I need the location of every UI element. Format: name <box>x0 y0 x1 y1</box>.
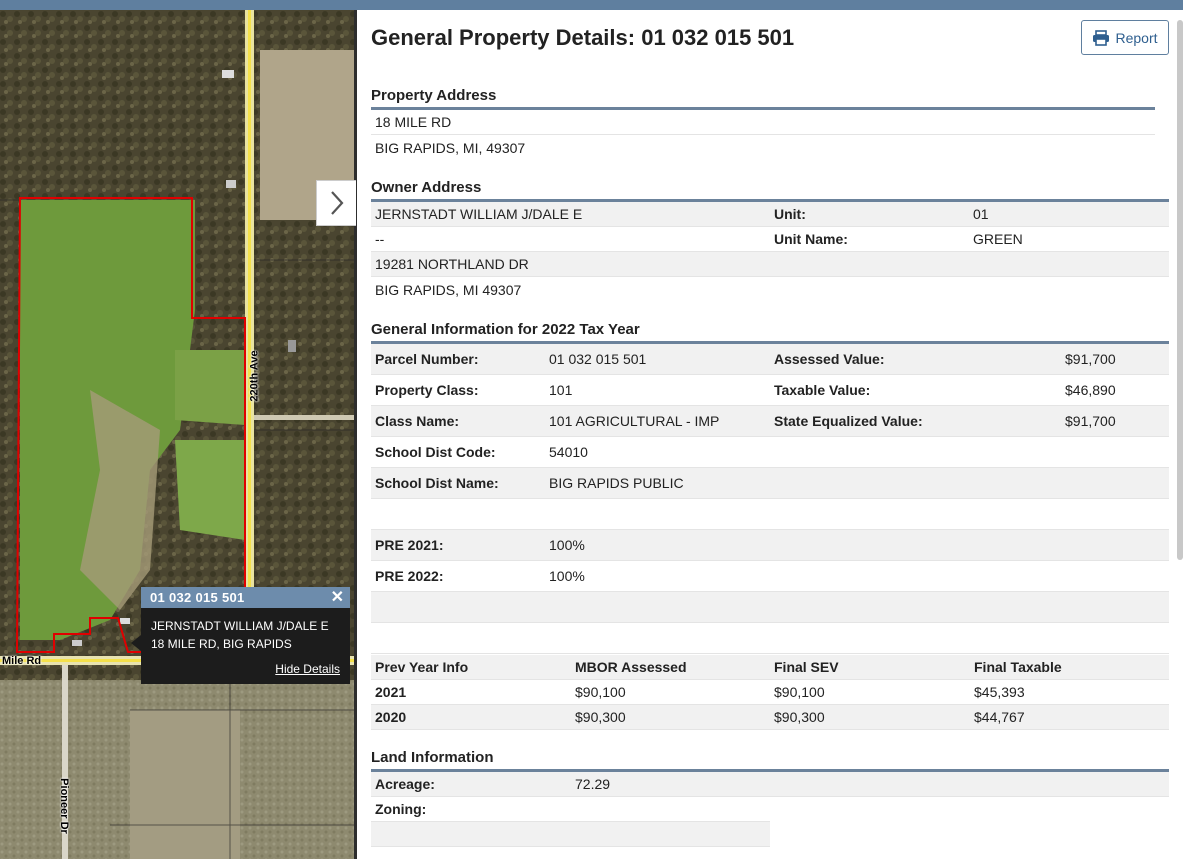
owner-row: 19281 NORTHLAND DR <box>371 252 1169 277</box>
property-class-label: Property Class: <box>375 382 479 398</box>
parcel-number-label: Parcel Number: <box>375 351 479 367</box>
info-row: Property Class: 101 Taxable Value: $46,8… <box>371 375 1169 406</box>
section-title: Property Address <box>371 87 497 104</box>
map-imagery <box>0 10 354 859</box>
popup-owner: JERNSTADT WILLIAM J/DALE E <box>151 619 329 633</box>
unit-name-value: GREEN <box>973 231 1023 247</box>
general-info-section: General Information for 2022 Tax Year Pa… <box>371 321 1169 654</box>
class-name-value: 101 AGRICULTURAL - IMP <box>549 413 720 429</box>
owner-street: 19281 NORTHLAND DR <box>375 256 529 272</box>
section-title: Owner Address <box>371 179 482 196</box>
land-row: Acreage: 72.29 <box>371 772 1169 797</box>
pre-2021-label: PRE 2021: <box>375 537 444 553</box>
owner-line: -- <box>375 231 385 247</box>
assessed-value-label: Assessed Value: <box>774 351 885 367</box>
popup-title: 01 032 015 501 <box>150 590 245 605</box>
pre-2021-value: 100% <box>549 537 585 553</box>
info-row: Parcel Number: 01 032 015 501 Assessed V… <box>371 344 1169 375</box>
sev-label: State Equalized Value: <box>774 413 923 429</box>
class-name-label: Class Name: <box>375 413 460 429</box>
acreage-label: Acreage: <box>375 776 435 792</box>
section-title: General Information for 2022 Tax Year <box>371 321 640 338</box>
table-cell: $90,300 <box>575 709 626 725</box>
school-name-value: BIG RAPIDS PUBLIC <box>549 475 684 491</box>
top-accent-bar <box>0 0 1183 10</box>
pre-2022-label: PRE 2022: <box>375 568 444 584</box>
unit-label: Unit: <box>774 206 806 222</box>
hide-details-link[interactable]: Hide Details <box>275 662 340 676</box>
info-row-empty <box>371 592 1169 623</box>
table-cell: 2020 <box>375 709 407 725</box>
zoning-label: Zoning: <box>375 801 427 817</box>
parcel-number-value: 01 032 015 501 <box>549 351 647 367</box>
unit-value: 01 <box>973 206 989 222</box>
expand-panel-button[interactable] <box>316 180 356 226</box>
owner-city: BIG RAPIDS, MI 49307 <box>375 281 522 298</box>
land-info-section: Land Information Acreage: 72.29 Zoning: <box>371 749 1169 847</box>
prev-year-table: Prev Year Info MBOR Assessed Final SEV F… <box>371 655 1169 730</box>
info-row: PRE 2022: 100% <box>371 561 1169 592</box>
table-cell: $45,393 <box>974 684 1025 700</box>
printer-icon <box>1093 29 1110 46</box>
school-name-label: School Dist Name: <box>375 475 499 491</box>
owner-name: JERNSTADT WILLIAM J/DALE E <box>375 206 583 222</box>
school-code-value: 54010 <box>549 444 588 460</box>
details-panel: General Property Details: 01 032 015 501… <box>357 10 1183 859</box>
table-header: Final SEV <box>774 659 839 675</box>
table-header: Final Taxable <box>974 659 1062 675</box>
table-cell: $90,100 <box>774 684 825 700</box>
road-label-220th-ave: 220th Ave <box>248 350 261 402</box>
address-line: 18 MILE RD <box>375 114 452 130</box>
owner-row: -- Unit Name: GREEN <box>371 227 1169 252</box>
info-row-empty <box>371 499 1169 530</box>
info-row-empty <box>371 623 1169 654</box>
property-address-line-2: BIG RAPIDS, MI, 49307 <box>371 135 1155 160</box>
table-row: 2021 $90,100 $90,100 $45,393 <box>371 680 1169 705</box>
table-row: 2020 $90,300 $90,300 $44,767 <box>371 705 1169 730</box>
chevron-right-icon <box>330 191 343 215</box>
unit-name-label: Unit Name: <box>774 231 848 247</box>
info-row: School Dist Name: BIG RAPIDS PUBLIC <box>371 468 1169 499</box>
popup-body: JERNSTADT WILLIAM J/DALE E 18 MILE RD, B… <box>141 608 350 653</box>
acreage-value: 72.29 <box>575 776 611 792</box>
property-address-line-1: 18 MILE RD <box>371 110 1155 135</box>
table-header: Prev Year Info <box>375 659 469 675</box>
assessed-value: $91,700 <box>1065 351 1116 367</box>
page-title: General Property Details: 01 032 015 501 <box>371 25 795 50</box>
close-icon[interactable]: ✕ <box>331 589 344 606</box>
property-address-section: Property Address 18 MILE RD BIG RAPIDS, … <box>371 87 1155 160</box>
table-cell: $44,767 <box>974 709 1025 725</box>
report-button-label: Report <box>1115 29 1158 46</box>
taxable-value-label: Taxable Value: <box>774 382 871 398</box>
school-code-label: School Dist Code: <box>375 444 496 460</box>
pre-2022-value: 100% <box>549 568 585 584</box>
table-cell: $90,100 <box>575 684 626 700</box>
section-title: Land Information <box>371 749 494 766</box>
table-cell: 2021 <box>375 684 407 700</box>
table-cell: $90,300 <box>774 709 825 725</box>
owner-address-section: Owner Address JERNSTADT WILLIAM J/DALE E… <box>371 179 1169 302</box>
popup-pointer <box>131 635 141 651</box>
owner-row: BIG RAPIDS, MI 49307 <box>371 277 1169 302</box>
address-line: BIG RAPIDS, MI, 49307 <box>375 139 526 156</box>
road-label-pioneer-dr: Pioneer Dr <box>57 778 70 834</box>
table-header: MBOR Assessed <box>575 659 687 675</box>
report-button[interactable]: Report <box>1081 20 1169 55</box>
table-header-row: Prev Year Info MBOR Assessed Final SEV F… <box>371 655 1169 680</box>
info-row: PRE 2021: 100% <box>371 530 1169 561</box>
property-class-value: 101 <box>549 382 573 398</box>
popup-address: 18 MILE RD, BIG RAPIDS <box>151 637 292 651</box>
owner-row: JERNSTADT WILLIAM J/DALE E Unit: 01 <box>371 202 1169 227</box>
taxable-value: $46,890 <box>1065 382 1116 398</box>
land-row-empty <box>371 822 770 847</box>
info-row: Class Name: 101 AGRICULTURAL - IMP State… <box>371 406 1169 437</box>
scrollbar[interactable] <box>1177 20 1183 560</box>
sev-value: $91,700 <box>1065 413 1116 429</box>
popup-header: 01 032 015 501 ✕ <box>141 587 350 608</box>
aerial-map[interactable]: 220th Ave Mile Rd Pioneer Dr 01 032 015 … <box>0 10 354 859</box>
land-row: Zoning: <box>371 797 770 822</box>
map-popup: 01 032 015 501 ✕ JERNSTADT WILLIAM J/DAL… <box>131 587 350 684</box>
road-label-mile-rd: Mile Rd <box>2 655 42 667</box>
info-row: School Dist Code: 54010 <box>371 437 1169 468</box>
